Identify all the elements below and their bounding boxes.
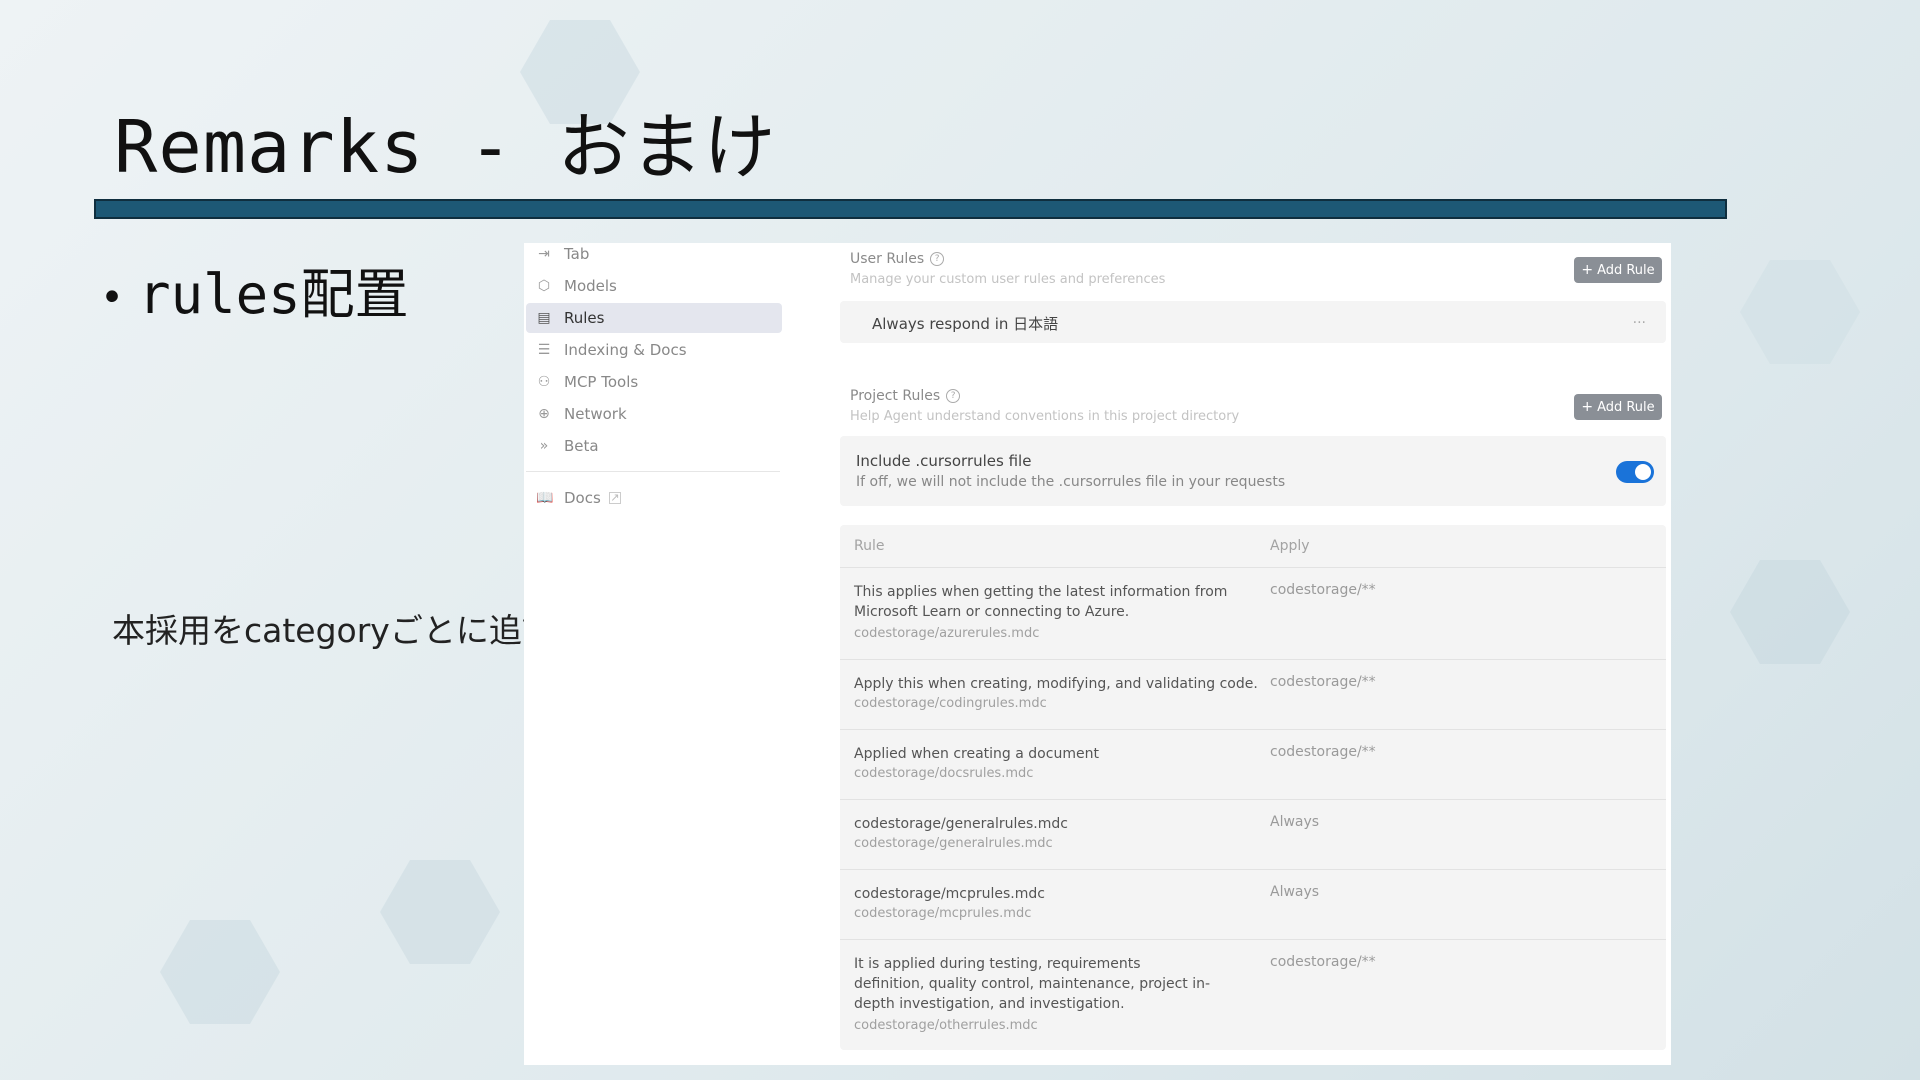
plus-icon: + — [1581, 262, 1594, 278]
column-header-apply: Apply — [1270, 538, 1310, 554]
background-hexagon — [1730, 560, 1850, 664]
toggle-knob — [1635, 464, 1651, 480]
table-row[interactable]: This applies when getting the latest inf… — [840, 568, 1666, 660]
section-title-text: User Rules — [850, 251, 925, 267]
project-rules-subtitle: Help Agent understand conventions in thi… — [850, 409, 1240, 424]
more-options-icon[interactable]: ··· — [1633, 315, 1646, 331]
include-cursorrules-title: Include .cursorrules file — [856, 452, 1032, 470]
rule-description: It is applied during testing, requiremen… — [854, 956, 1211, 1012]
project-rules-table: Rule Apply This applies when getting the… — [840, 525, 1666, 1050]
rules-settings-main: User Rules? Manage your custom user rule… — [524, 243, 1671, 1065]
include-cursorrules-setting: Include .cursorrules file If off, we wil… — [840, 436, 1666, 506]
user-rule-item[interactable]: Always respond in 日本語 ··· — [840, 301, 1666, 343]
table-row[interactable]: Apply this when creating, modifying, and… — [840, 660, 1666, 730]
user-rules-subtitle: Manage your custom user rules and prefer… — [850, 272, 1166, 287]
rule-path: codestorage/mcprules.mdc — [854, 906, 1032, 921]
table-header: Rule Apply — [840, 525, 1666, 568]
background-hexagon — [380, 860, 500, 964]
rule-apply: codestorage/** — [1270, 674, 1376, 690]
help-icon[interactable]: ? — [946, 389, 961, 403]
table-row[interactable]: Applied when creating a document codesto… — [840, 730, 1666, 800]
rule-description: codestorage/generalrules.mdc — [854, 816, 1068, 832]
rule-apply: codestorage/** — [1270, 954, 1376, 970]
button-label: Add Rule — [1597, 262, 1655, 278]
rule-path: codestorage/otherrules.mdc — [854, 1018, 1038, 1033]
add-project-rule-button[interactable]: + Add Rule — [1574, 394, 1662, 420]
rule-path: codestorage/docsrules.mdc — [854, 766, 1034, 781]
add-user-rule-button[interactable]: + Add Rule — [1574, 257, 1662, 283]
settings-screenshot: ⇥ Tab ⬡ Models ▤ Rules ☰ Indexing & Docs… — [524, 243, 1671, 1065]
user-rules-title: User Rules? — [850, 251, 945, 267]
rule-description: codestorage/mcprules.mdc — [854, 886, 1045, 902]
rule-apply: Always — [1270, 814, 1320, 830]
background-hexagon — [160, 920, 280, 1024]
rule-apply: codestorage/** — [1270, 582, 1376, 598]
include-cursorrules-toggle[interactable] — [1616, 461, 1654, 483]
title-accent-bar — [94, 199, 1727, 219]
background-hexagon — [1740, 260, 1860, 364]
button-label: Add Rule — [1597, 399, 1655, 415]
rule-path: codestorage/generalrules.mdc — [854, 836, 1053, 851]
project-rules-title: Project Rules? — [850, 388, 961, 404]
help-icon[interactable]: ? — [930, 252, 945, 266]
table-row[interactable]: codestorage/generalrules.mdc codestorage… — [840, 800, 1666, 870]
plus-icon: + — [1581, 399, 1594, 415]
table-row[interactable]: codestorage/mcprules.mdc codestorage/mcp… — [840, 870, 1666, 940]
bullet-text: rules配置 — [138, 263, 409, 326]
slide-title: Remarks - おまけ — [114, 105, 777, 189]
user-rule-text: Always respond in 日本語 — [872, 315, 1059, 333]
rule-path: codestorage/azurerules.mdc — [854, 626, 1040, 641]
rule-description: Applied when creating a document — [854, 746, 1099, 762]
table-row[interactable]: It is applied during testing, requiremen… — [840, 940, 1666, 1050]
bullet-dot: • — [100, 275, 125, 322]
column-header-rule: Rule — [854, 538, 885, 554]
rule-path: codestorage/codingrules.mdc — [854, 696, 1047, 711]
rule-apply: Always — [1270, 884, 1320, 900]
rule-description: Apply this when creating, modifying, and… — [854, 676, 1258, 692]
section-title-text: Project Rules — [850, 388, 941, 404]
rule-apply: codestorage/** — [1270, 744, 1376, 760]
include-cursorrules-subtitle: If off, we will not include the .cursorr… — [856, 474, 1286, 490]
rule-description: This applies when getting the latest inf… — [854, 584, 1228, 620]
bullet-item: • rules配置 — [100, 250, 409, 329]
